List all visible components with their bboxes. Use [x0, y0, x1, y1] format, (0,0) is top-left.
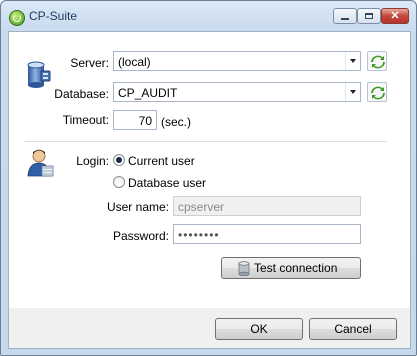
password-label: Password: — [112, 229, 169, 243]
title-bar[interactable]: CP-Suite ✕ — [1, 1, 416, 31]
server-value: (local) — [118, 55, 151, 69]
server-label: Server: — [70, 56, 109, 70]
password-input[interactable]: •••••••• — [173, 224, 361, 244]
test-connection-button[interactable]: Test connection — [221, 257, 361, 279]
username-input[interactable]: cpserver — [173, 196, 361, 216]
window-title: CP-Suite — [29, 9, 78, 23]
close-icon: ✕ — [390, 9, 400, 22]
database-icon — [238, 261, 250, 276]
server-dropdown-button[interactable] — [345, 52, 360, 70]
minimize-button[interactable] — [333, 8, 357, 24]
database-value: CP_AUDIT — [118, 86, 178, 100]
close-button[interactable]: ✕ — [381, 8, 409, 24]
chevron-down-icon — [350, 90, 356, 94]
maximize-button[interactable] — [357, 8, 381, 24]
timeout-value: 70 — [138, 114, 152, 128]
button-bar: OK Cancel — [8, 308, 411, 349]
dialog-window: CP-Suite ✕ Server: (local) Database: CP_… — [0, 0, 417, 356]
database-refresh-button[interactable] — [367, 82, 387, 102]
timeout-label: Timeout: — [62, 113, 109, 127]
refresh-icon — [371, 55, 385, 69]
current-user-label[interactable]: Current user — [128, 154, 195, 168]
refresh-icon — [371, 86, 385, 100]
database-label: Database: — [54, 87, 109, 101]
server-refresh-button[interactable] — [367, 51, 387, 71]
current-user-radio[interactable] — [113, 154, 125, 166]
database-user-label[interactable]: Database user — [128, 176, 206, 190]
server-combobox[interactable]: (local) — [113, 51, 361, 71]
database-combobox[interactable]: CP_AUDIT — [113, 82, 361, 102]
username-label: User name: — [106, 200, 169, 214]
dialog-content: Server: (local) Database: CP_AUDIT Timeo… — [8, 31, 411, 309]
minimize-icon — [341, 18, 349, 20]
database-user-radio[interactable] — [113, 176, 125, 188]
test-connection-label: Test connection — [254, 261, 338, 275]
login-label: Login: — [76, 154, 109, 168]
username-value: cpserver — [178, 200, 225, 214]
chevron-down-icon — [350, 59, 356, 63]
database-dropdown-button[interactable] — [345, 83, 360, 101]
timeout-unit: (sec.) — [161, 115, 191, 129]
section-divider — [25, 141, 387, 142]
app-icon — [9, 10, 25, 26]
cancel-button[interactable]: Cancel — [309, 318, 397, 340]
maximize-icon — [365, 13, 373, 19]
timeout-input[interactable]: 70 — [113, 110, 157, 130]
ok-button[interactable]: OK — [215, 318, 303, 340]
password-value: •••••••• — [178, 228, 220, 242]
